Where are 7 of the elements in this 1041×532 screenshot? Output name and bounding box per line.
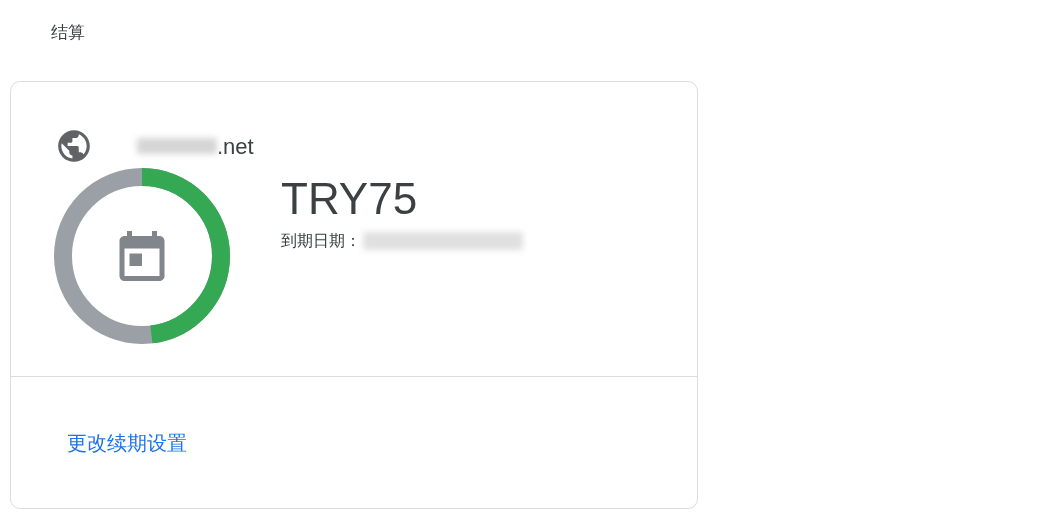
section-title: 结算 — [51, 23, 85, 42]
expiry-label: 到期日期： — [281, 231, 361, 251]
calendar-icon — [119, 231, 165, 281]
plan-name: TRY75 — [281, 173, 419, 225]
renewal-settings-link[interactable]: 更改续期设置 — [67, 427, 187, 458]
domain-name: .net — [217, 132, 254, 161]
globe-icon — [55, 127, 93, 165]
